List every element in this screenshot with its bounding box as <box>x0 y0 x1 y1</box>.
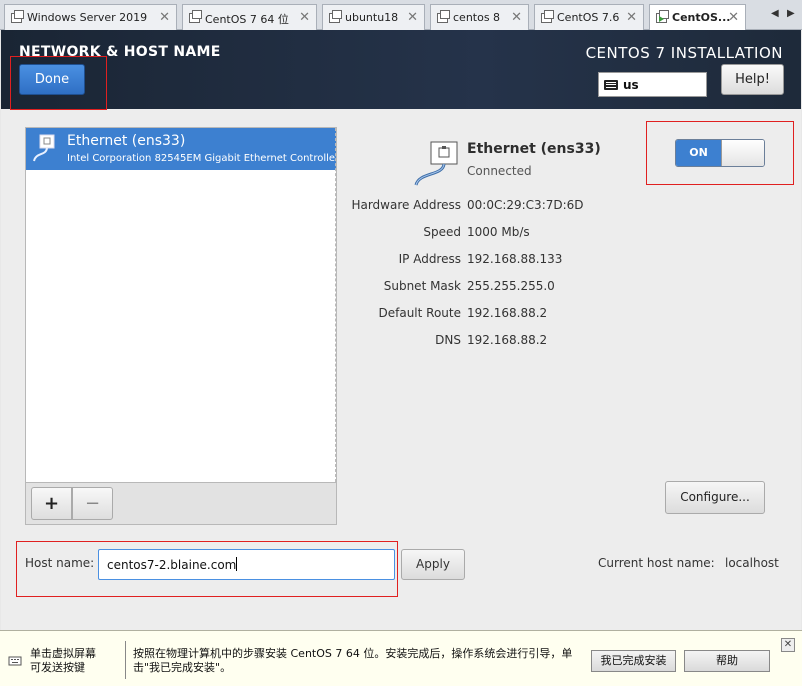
close-icon[interactable]: ✕ <box>728 10 739 25</box>
network-spoke-content: Ethernet (ens33) Intel Corporation 82545… <box>1 109 801 630</box>
keyboard-layout-label: us <box>623 78 639 92</box>
apply-button[interactable]: Apply <box>401 549 465 580</box>
ethernet-icon <box>414 141 458 186</box>
vm-tab-centos-active[interactable]: CentOS... ✕ <box>649 4 746 31</box>
detail-label: Subnet Mask <box>383 279 461 293</box>
detail-label: DNS <box>435 333 461 347</box>
vm-hint-bar: 单击虚拟屏幕 可发送按键 按照在物理计算机中的步骤安装 CentOS 7 64 … <box>0 630 802 686</box>
keyboard-layout-indicator[interactable]: us <box>598 72 707 97</box>
detail-label: Speed <box>423 225 461 239</box>
vm-tab-centos-8[interactable]: centos 8 ✕ <box>430 4 529 30</box>
current-host-name-label: Current host name: <box>598 556 715 570</box>
page-title: NETWORK & HOST NAME <box>19 44 221 60</box>
detail-row-subnet-mask: Subnet Mask 255.255.255.0 <box>301 279 771 297</box>
device-detail-status: Connected <box>467 164 532 178</box>
add-device-button[interactable]: + <box>31 487 72 520</box>
device-description: Intel Corporation 82545EM Gigabit Ethern… <box>67 153 336 164</box>
device-name: Ethernet (ens33) <box>67 133 186 149</box>
detail-value: 1000 Mb/s <box>467 225 530 239</box>
detail-label: Default Route <box>378 306 462 320</box>
remove-device-button[interactable]: − <box>72 487 113 520</box>
detail-row-dns: DNS 192.168.88.2 <box>301 333 771 351</box>
vm-icon <box>329 10 342 23</box>
tab-scroll-left-icon[interactable]: ◀ <box>771 8 779 19</box>
vm-tab-label: CentOS 7.6 <box>557 11 620 24</box>
close-icon[interactable]: ✕ <box>159 10 170 25</box>
switch-knob <box>721 140 764 166</box>
detail-value: 192.168.88.133 <box>467 252 563 266</box>
vm-tab-bar: Windows Server 2019 ✕ CentOS 7 64 位 ✕ ub… <box>0 0 802 31</box>
text-caret <box>236 557 238 571</box>
device-list-item[interactable]: Ethernet (ens33) Intel Corporation 82545… <box>26 128 336 170</box>
finished-install-button[interactable]: 我已完成安装 <box>591 650 676 672</box>
device-detail-name: Ethernet (ens33) <box>467 141 601 157</box>
detail-value: 00:0C:29:C3:7D:6D <box>467 198 584 212</box>
vm-tab-label: ubuntu18 <box>345 11 399 24</box>
vm-tab-centos-7-64[interactable]: CentOS 7 64 位 ✕ <box>182 4 317 30</box>
vm-tab-centos-7-6[interactable]: CentOS 7.6 ✕ <box>534 4 644 30</box>
done-button[interactable]: Done <box>19 64 85 95</box>
device-list[interactable]: Ethernet (ens33) Intel Corporation 82545… <box>25 127 337 483</box>
detail-value: 192.168.88.2 <box>467 333 548 347</box>
switch-on-label: ON <box>676 140 721 166</box>
hint-separator <box>125 641 126 679</box>
ethernet-icon <box>33 134 55 162</box>
vm-tab-ubuntu18[interactable]: ubuntu18 ✕ <box>322 4 425 30</box>
vm-icon <box>541 10 554 23</box>
vm-running-icon <box>656 10 669 23</box>
hint-left-line2: 可发送按键 <box>30 661 85 674</box>
detail-value: 255.255.255.0 <box>467 279 555 293</box>
tab-scroll-right-icon[interactable]: ▶ <box>787 8 795 19</box>
host-name-label: Host name: <box>25 556 95 570</box>
installer-header: NETWORK & HOST NAME CENTOS 7 INSTALLATIO… <box>1 30 801 109</box>
device-on-off-switch[interactable]: ON <box>675 139 765 167</box>
keyboard-icon <box>604 80 618 90</box>
vm-tab-label: Windows Server 2019 <box>27 11 148 24</box>
detail-label: Hardware Address <box>351 198 461 212</box>
vm-icon <box>437 10 450 23</box>
vm-tab-label: CentOS 7 64 位 <box>205 13 289 26</box>
vm-tab-windows-server-2019[interactable]: Windows Server 2019 ✕ <box>4 4 177 30</box>
detail-row-hardware-address: Hardware Address 00:0C:29:C3:7D:6D <box>301 198 771 216</box>
help-button[interactable]: Help! <box>721 64 784 95</box>
host-name-input[interactable]: centos7-2.blaine.com <box>98 549 395 580</box>
detail-row-default-route: Default Route 192.168.88.2 <box>301 306 771 324</box>
close-icon[interactable]: ✕ <box>299 10 310 25</box>
vm-icon <box>11 10 24 23</box>
hint-instructions: 按照在物理计算机中的步骤安装 CentOS 7 64 位。安装完成后，操作系统会… <box>133 647 573 674</box>
detail-label: IP Address <box>398 252 461 266</box>
configure-button[interactable]: Configure... <box>665 481 765 514</box>
vm-tab-label: CentOS... <box>672 11 731 24</box>
detail-value: 192.168.88.2 <box>467 306 548 320</box>
close-icon[interactable]: ✕ <box>407 10 418 25</box>
close-icon[interactable]: ✕ <box>781 638 795 652</box>
close-icon[interactable]: ✕ <box>626 10 637 25</box>
vm-tab-label: centos 8 <box>453 11 501 24</box>
current-host-name-value: localhost <box>725 556 779 570</box>
hint-left-line1: 单击虚拟屏幕 <box>30 647 96 660</box>
hint-help-button[interactable]: 帮助 <box>684 650 770 672</box>
detail-row-speed: Speed 1000 Mb/s <box>301 225 771 243</box>
vm-icon <box>189 10 202 23</box>
close-icon[interactable]: ✕ <box>511 10 522 25</box>
detail-row-ip-address: IP Address 192.168.88.133 <box>301 252 771 270</box>
device-list-toolbar: + − <box>25 483 337 525</box>
keyboard-click-icon <box>8 656 22 666</box>
host-name-value: centos7-2.blaine.com <box>107 558 237 572</box>
installation-title: CENTOS 7 INSTALLATION <box>585 44 783 62</box>
hint-click-screen: 单击虚拟屏幕 可发送按键 <box>30 647 96 675</box>
device-list-border <box>335 128 336 482</box>
